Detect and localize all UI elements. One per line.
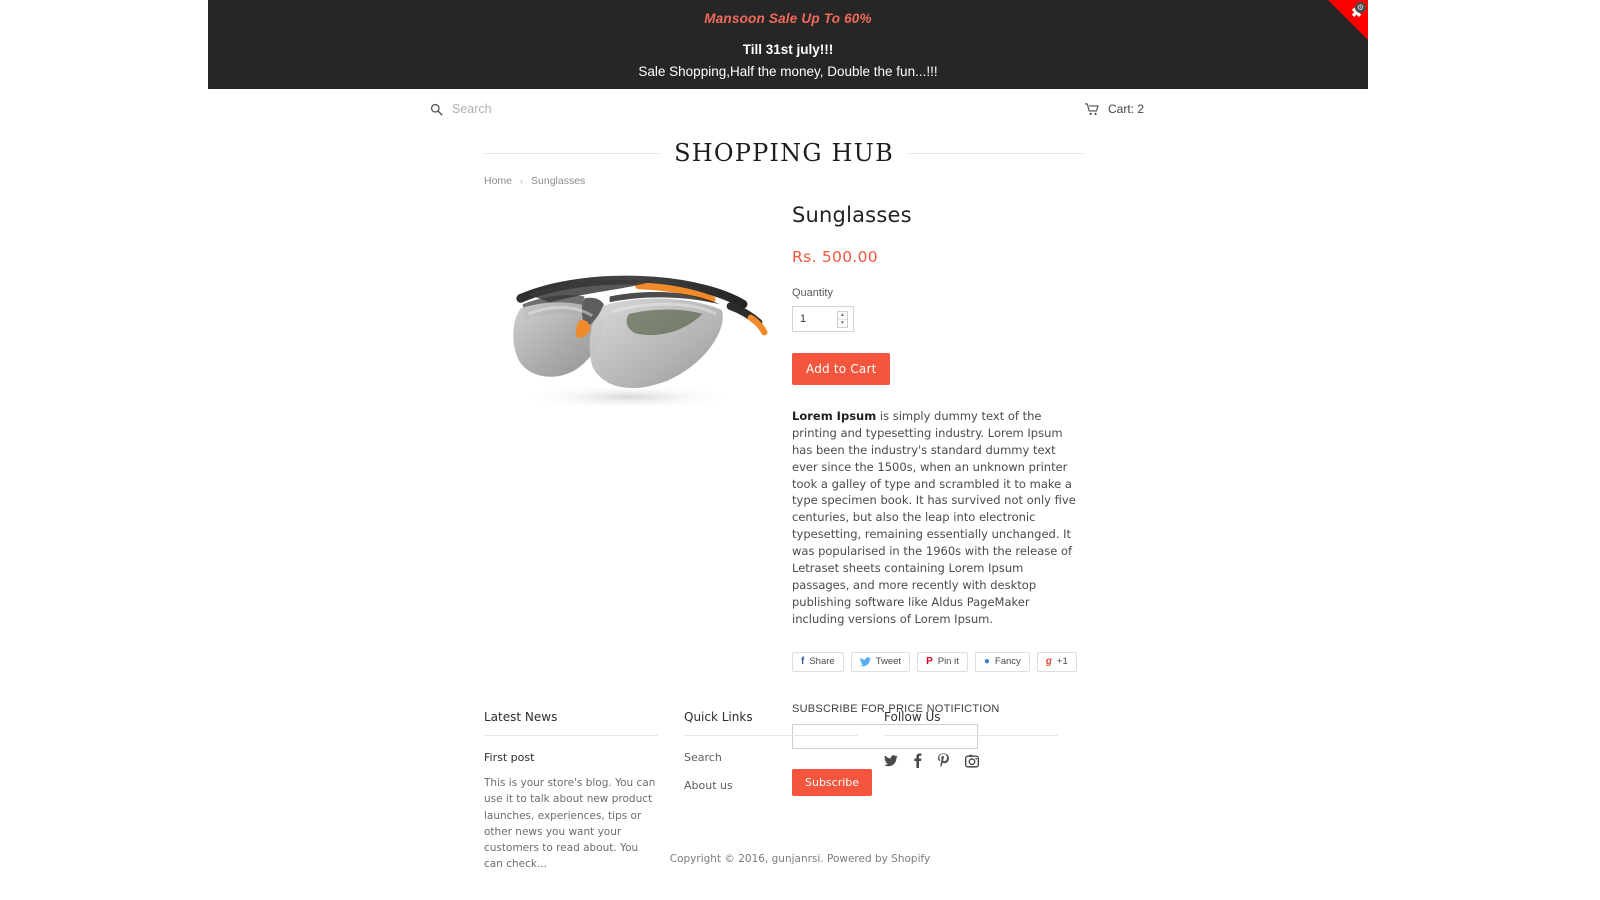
promo-headline: Mansoon Sale Up To 60%: [208, 11, 1368, 26]
logo-text[interactable]: SHOPPING HUB: [674, 139, 894, 167]
share-pinterest-label: Pin it: [937, 656, 959, 668]
share-fancy-label: Fancy: [994, 656, 1021, 668]
breadcrumb: Home › Sunglasses: [484, 175, 585, 187]
search-input[interactable]: [452, 102, 752, 116]
facebook-icon: f: [801, 655, 805, 667]
instagram-icon[interactable]: [965, 754, 979, 768]
product-title: Sunglasses: [792, 203, 912, 227]
cart-button[interactable]: Cart: 2: [1084, 102, 1144, 116]
product-details: Sunglasses Rs. 500.00 Quantity ▲ ▼ Add t…: [792, 203, 1084, 796]
chevron-right-icon: ›: [520, 176, 524, 186]
footer-title-follow-us: Follow Us: [884, 710, 1058, 736]
search-bar[interactable]: [430, 102, 752, 116]
promo-discount-percent: 60%: [844, 11, 872, 26]
share-pinterest-button[interactable]: P Pin it: [917, 651, 968, 672]
site-header: Cart: 2: [208, 89, 1368, 134]
cart-count-label: Cart: 2: [1107, 102, 1144, 116]
twitter-icon: [859, 656, 871, 666]
googleplus-icon: g: [1045, 655, 1052, 667]
share-facebook-label: Share: [809, 656, 835, 668]
site-logo[interactable]: SHOPPING HUB: [484, 138, 1085, 168]
footer-link-about-us[interactable]: About us: [684, 779, 858, 792]
cart-icon: [1084, 102, 1099, 115]
site-footer: Latest News First post This is your stor…: [484, 710, 1084, 873]
product-description-lead: Lorem Ipsum: [792, 409, 877, 423]
add-to-cart-button[interactable]: Add to Cart: [792, 353, 891, 385]
sunglasses-product-photo: [513, 275, 768, 410]
promo-banner: Mansoon Sale Up To 60% Till 31st july!!!…: [208, 0, 1368, 89]
footer-social-row: [884, 753, 1058, 768]
share-googleplus-label: +1: [1056, 656, 1068, 668]
footer-column-latest-news: Latest News First post This is your stor…: [484, 710, 684, 873]
share-fancy-button[interactable]: ● Fancy: [974, 651, 1030, 672]
promo-headline-prefix: Mansoon Sale Up To: [704, 11, 845, 26]
copyright-notice: Copyright © 2016, gunjanrsi. Powered by …: [669, 853, 931, 865]
product-page: Mansoon Sale Up To 60% Till 31st july!!!…: [0, 0, 1600, 900]
footer-column-quick-links: Quick Links Search About us: [684, 710, 884, 873]
promo-tagline: Sale Shopping,Half the money, Double the…: [638, 64, 938, 79]
product-image[interactable]: [484, 205, 774, 465]
share-facebook-button[interactable]: f Share: [792, 651, 844, 672]
fancy-icon: ●: [983, 655, 990, 667]
pinterest-icon[interactable]: [937, 753, 950, 768]
logo-rule-right: [907, 152, 1085, 154]
promo-deadline: Till 31st july!!!: [742, 42, 834, 57]
product-price: Rs. 500.00: [792, 248, 878, 266]
pinterest-icon: P: [926, 655, 933, 667]
footer-link-search[interactable]: Search: [684, 751, 858, 764]
search-icon: [430, 103, 443, 116]
footer-post-title[interactable]: First post: [484, 751, 658, 764]
product-description-body: is simply dummy text of the printing and…: [792, 409, 1076, 626]
facebook-icon[interactable]: [913, 753, 922, 768]
quantity-label: Quantity: [792, 287, 833, 299]
logo-rule-left: [484, 152, 661, 154]
gear-icon[interactable]: ⚙: [1355, 2, 1366, 13]
quantity-decrement-icon[interactable]: ▼: [838, 320, 847, 327]
quantity-input[interactable]: [793, 307, 833, 331]
footer-column-follow-us: Follow Us: [884, 710, 1084, 873]
breadcrumb-home-link[interactable]: Home: [484, 175, 512, 187]
breadcrumb-current: Sunglasses: [531, 175, 586, 187]
product-description: Lorem Ipsum is simply dummy text of the …: [792, 408, 1084, 628]
share-twitter-label: Tweet: [875, 656, 902, 668]
twitter-icon[interactable]: [884, 754, 898, 767]
social-share-row: f Share Tweet P Pin it ● Fancy g +1: [792, 651, 1084, 672]
share-twitter-button[interactable]: Tweet: [850, 651, 911, 672]
quantity-spinner[interactable]: ▲ ▼: [837, 311, 848, 328]
footer-title-latest-news: Latest News: [484, 710, 658, 736]
quantity-increment-icon[interactable]: ▲: [838, 312, 847, 320]
footer-title-quick-links: Quick Links: [684, 710, 858, 736]
share-googleplus-button[interactable]: g +1: [1036, 651, 1077, 672]
quantity-stepper[interactable]: ▲ ▼: [792, 306, 854, 332]
